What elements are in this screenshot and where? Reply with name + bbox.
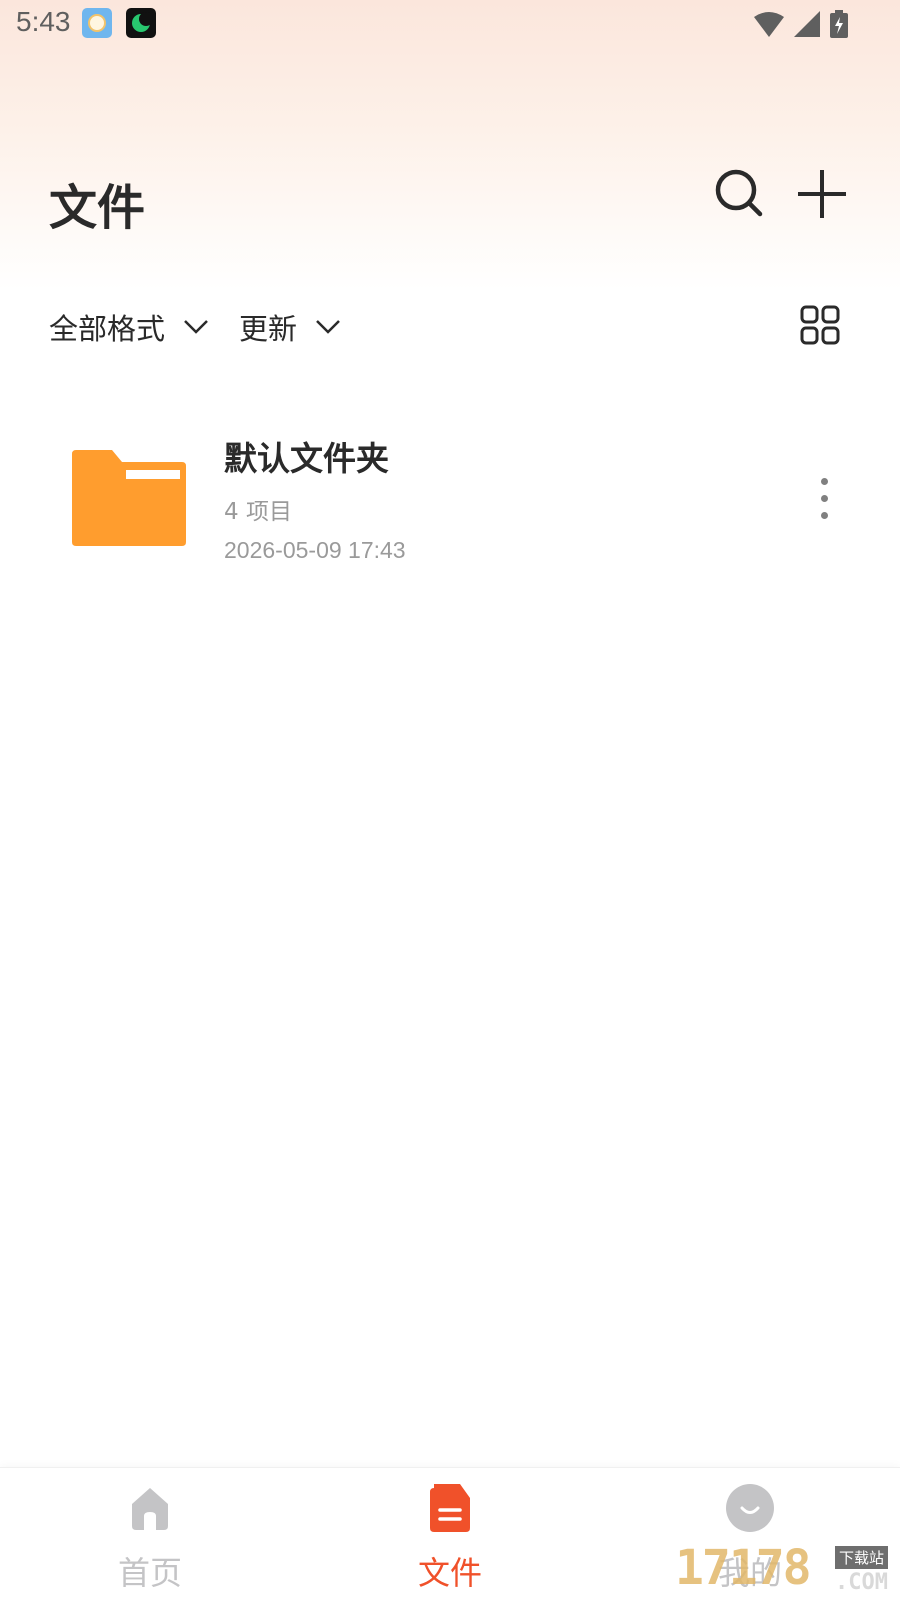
grid-icon <box>800 305 840 345</box>
more-options-button[interactable] <box>808 474 840 524</box>
sort-dropdown[interactable]: 更新 <box>239 305 341 349</box>
search-icon <box>715 169 763 217</box>
folder-icon <box>72 450 186 546</box>
format-filter-dropdown[interactable]: 全部格式 <box>49 305 209 349</box>
status-bar: 5:43 <box>0 0 900 48</box>
signal-icon <box>794 11 820 37</box>
folder-name: 默认文件夹 <box>224 439 389 478</box>
watermark-suffix: .COM <box>835 1570 888 1595</box>
list-item-folder[interactable]: 默认文件夹 4 项目 2026-05-09 17:43 <box>0 420 900 580</box>
home-icon <box>132 1488 168 1530</box>
folder-item-count: 4 项目 <box>224 499 292 525</box>
grid-view-toggle[interactable] <box>800 305 840 345</box>
chevron-down-icon <box>184 320 208 334</box>
chevron-down-icon <box>316 320 340 334</box>
sort-label: 更新 <box>239 312 298 346</box>
wifi-icon <box>754 12 784 37</box>
status-icons <box>754 10 848 38</box>
status-time: 5:43 <box>16 6 71 37</box>
watermark-tag: 下载站 <box>835 1546 889 1569</box>
nav-label-home: 首页 <box>117 1554 182 1592</box>
folder-date: 2026-05-09 17:43 <box>224 537 406 563</box>
watermark-logo: 17178 下载站 .COM <box>675 1540 900 1600</box>
nav-item-home[interactable]: 首页 <box>0 1468 300 1600</box>
format-filter-label: 全部格式 <box>49 312 166 346</box>
more-icon <box>821 478 828 485</box>
watermark-number: 17178 <box>675 1540 811 1596</box>
search-button[interactable] <box>714 168 766 220</box>
page-title: 文件 <box>49 180 146 236</box>
battery-icon <box>830 10 848 38</box>
profile-icon <box>726 1484 774 1532</box>
nav-label-files: 文件 <box>417 1554 482 1592</box>
add-button[interactable] <box>796 168 848 220</box>
notification-app-icon <box>82 8 112 38</box>
document-icon <box>430 1484 470 1532</box>
sleep-app-icon <box>126 8 156 38</box>
nav-item-files[interactable]: 文件 <box>300 1468 600 1600</box>
plus-icon <box>798 170 846 218</box>
